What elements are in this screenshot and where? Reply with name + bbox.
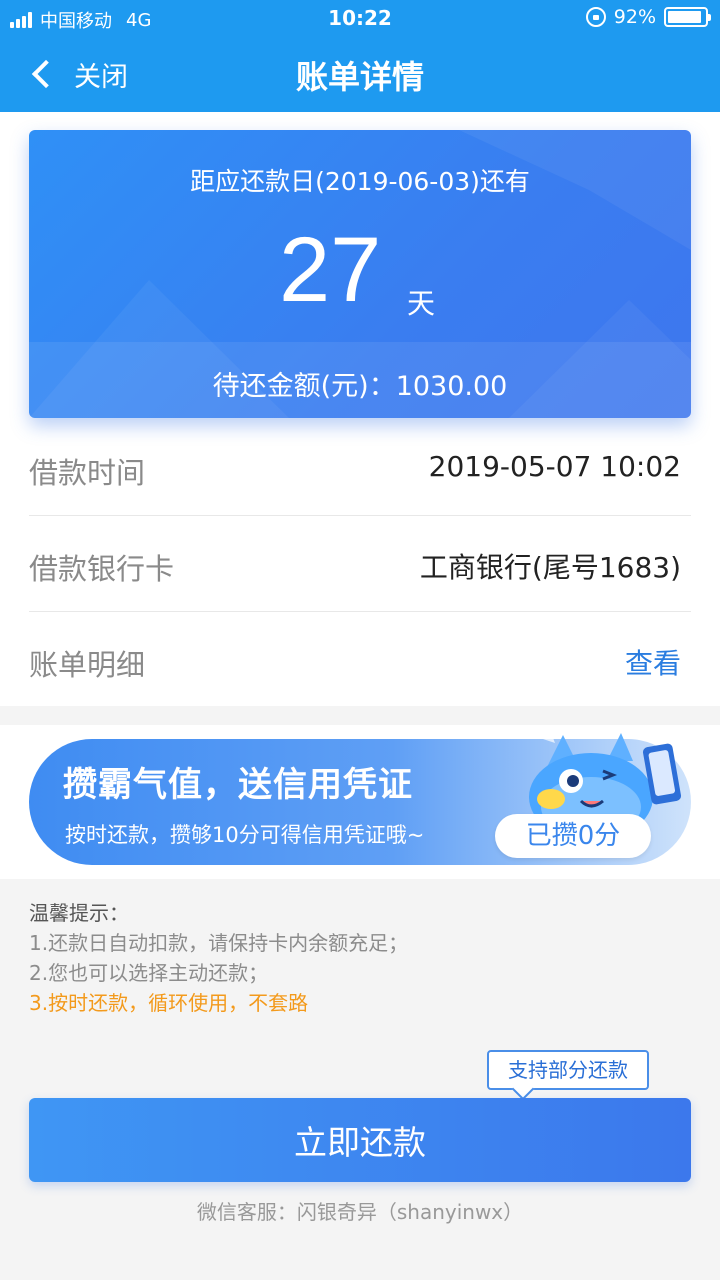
bill-detail-label: 账单明细 — [29, 648, 146, 682]
tip-item-highlight: 3.按时还款，循环使用，不套路 — [29, 991, 309, 1015]
status-bar: 中国移动 4G 10:22 92% — [0, 0, 720, 36]
loan-time-row: 借款时间 2019-05-07 10:02 — [29, 420, 691, 516]
repay-now-button[interactable]: 立即还款 — [29, 1098, 691, 1182]
battery-percent: 92% — [613, 6, 656, 28]
wechat-service-text: 微信客服：闪银奇异（shanyinwx） — [196, 1200, 524, 1224]
bank-card-value: 工商银行(尾号1683) — [419, 551, 681, 584]
battery-icon — [664, 7, 711, 27]
tip-item: 1.还款日自动扣款，请保持卡内余额充足； — [29, 931, 409, 955]
loan-time-label: 借款时间 — [29, 456, 146, 490]
tips-section: 温馨提示： 1.还款日自动扣款，请保持卡内余额充足； 2.您也可以选择主动还款；… — [29, 898, 691, 1018]
days-remaining: 27 — [279, 219, 382, 321]
score-badge[interactable]: 已攒0分 — [495, 814, 651, 858]
view-detail-link[interactable]: 查看 — [625, 642, 681, 682]
promo-headline: 攒霸气值，送信用凭证 — [63, 765, 413, 805]
due-date-label: 距应还款日(2019-06-03)还有 — [190, 167, 530, 196]
loan-time-value: 2019-05-07 10:02 — [428, 450, 681, 483]
promo-subtitle: 按时还款，攒够10分可得信用凭证哦~ — [65, 823, 425, 847]
nav-bar: 关闭 账单详情 — [0, 36, 720, 112]
amount-due: 待还金额(元)：1030.00 — [212, 371, 508, 402]
days-unit: 天 — [407, 287, 436, 320]
bill-detail-row[interactable]: 账单明细 查看 — [29, 612, 691, 708]
tips-title: 温馨提示： — [29, 901, 129, 925]
bank-card-label: 借款银行卡 — [29, 552, 175, 586]
page-title: 账单详情 — [295, 58, 424, 96]
partial-repayment-tooltip: 支持部分还款 — [487, 1050, 649, 1090]
promo-banner[interactable]: 攒霸气值，送信用凭证 按时还款，攒够10分可得信用凭证哦~ 已攒0分 — [29, 727, 691, 865]
repayment-summary-card: 距应还款日(2019-06-03)还有 27 天 待还金额(元)：1030.00 — [29, 130, 691, 418]
rotation-lock-icon — [585, 7, 606, 27]
bank-card-row: 借款银行卡 工商银行(尾号1683) — [29, 516, 691, 612]
tip-item: 2.您也可以选择主动还款； — [29, 961, 269, 985]
top-bar: 中国移动 4G 10:22 92% 关闭 账单详情 — [0, 0, 720, 112]
promo-section: 攒霸气值，送信用凭证 按时还款，攒够10分可得信用凭证哦~ 已攒0分 — [0, 725, 720, 879]
